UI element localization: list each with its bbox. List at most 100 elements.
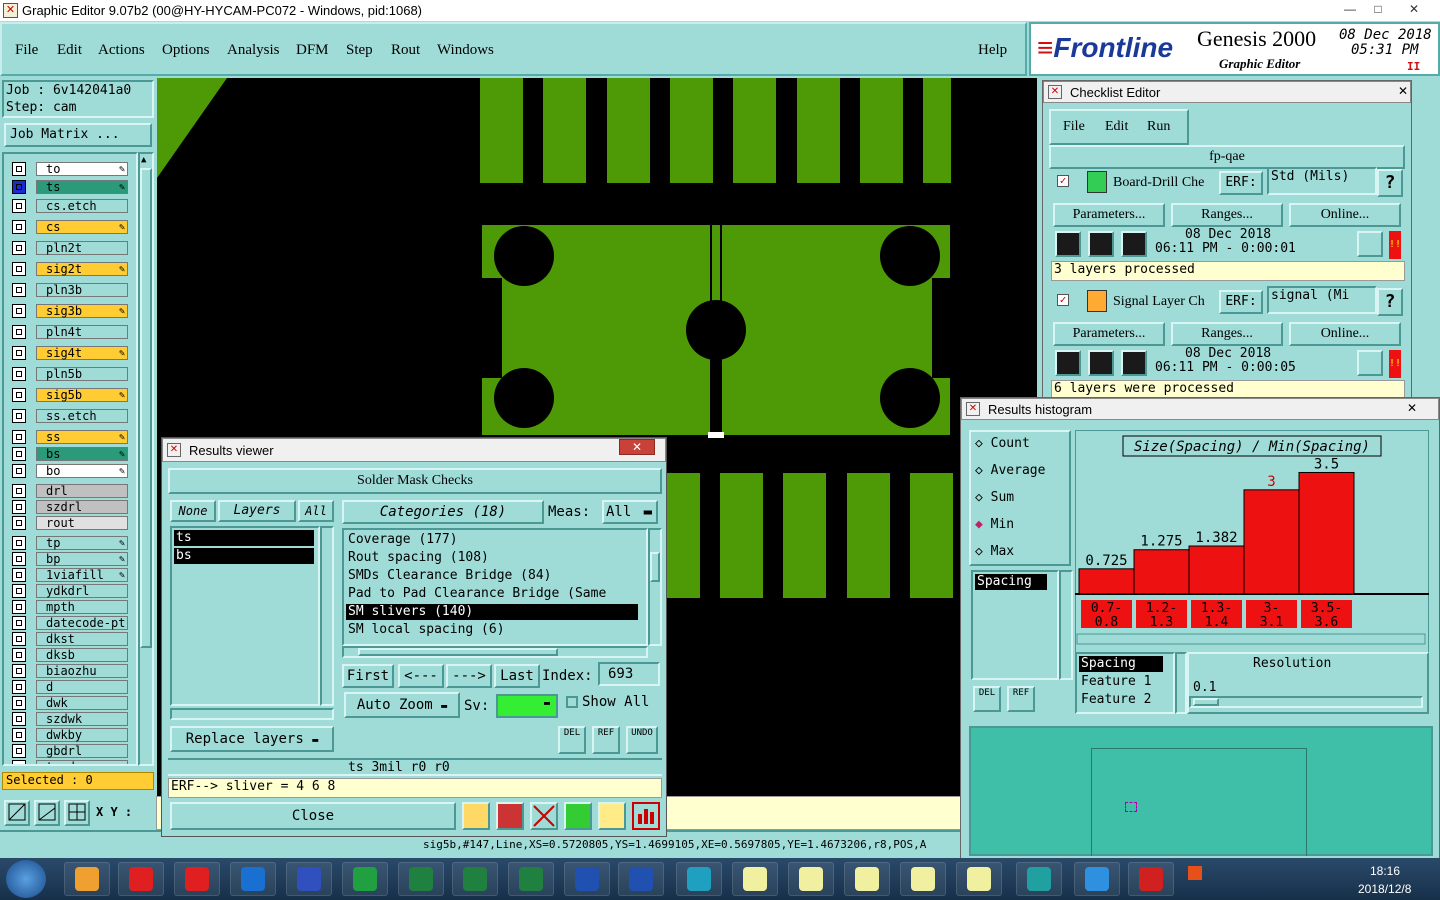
layer-name[interactable]: pln5b (36, 367, 128, 381)
layer-name[interactable]: gbdrl (36, 744, 128, 758)
maximize-button[interactable]: □ (1364, 0, 1392, 18)
report-icon[interactable] (598, 802, 626, 830)
layer-row[interactable]: bs ✎ (12, 447, 128, 461)
taskbar-app-icon[interactable] (342, 862, 388, 896)
layer-checkbox[interactable] (12, 664, 26, 678)
show-all-checkbox[interactable] (566, 696, 578, 708)
menu-options[interactable]: Options (162, 42, 210, 59)
layer-name[interactable]: sig5b ✎ (36, 388, 128, 402)
layer-name[interactable]: drl (36, 484, 128, 498)
layer-checkbox[interactable] (12, 696, 26, 710)
menu-step[interactable]: Step (346, 42, 373, 59)
layer-checkbox[interactable] (12, 283, 26, 297)
layer-scrollbar[interactable]: ▲ (138, 152, 154, 766)
taskbar-app-icon[interactable] (398, 862, 444, 896)
layer-name[interactable]: dwk (36, 696, 128, 710)
menu-file[interactable]: File (15, 42, 38, 59)
menu-edit[interactable]: Edit (57, 42, 82, 59)
zoom-icon[interactable] (1357, 231, 1383, 257)
layer-row[interactable]: drl (12, 484, 128, 498)
taskbar-app-icon[interactable] (618, 862, 664, 896)
run-icon[interactable] (1121, 231, 1147, 257)
last-button[interactable]: Last (494, 664, 540, 688)
layer-checkbox[interactable] (12, 632, 26, 646)
result-layer-bs[interactable]: bs (174, 548, 314, 564)
all-layers-button[interactable]: All (298, 500, 334, 522)
prev-button[interactable]: <--- (398, 664, 444, 688)
category-item[interactable]: Coverage (177) (346, 532, 638, 548)
layer-list-scrollbar[interactable] (320, 526, 334, 706)
layer-row[interactable]: sig4t ✎ (12, 346, 128, 360)
checklist-menu-run[interactable]: Run (1147, 119, 1170, 135)
stat-option-min[interactable]: ◆ Min (975, 517, 1014, 532)
layer-checkbox[interactable] (12, 584, 26, 598)
taskbar-app-icon[interactable] (452, 862, 498, 896)
step-icon[interactable] (564, 802, 592, 830)
selection-scrollbar[interactable] (1175, 652, 1187, 714)
layer-name[interactable]: biaozhu (36, 664, 128, 678)
layer-name[interactable]: cs.etch (36, 199, 128, 213)
taskbar-app-icon[interactable] (118, 862, 164, 896)
layer-name[interactable]: to ✎ (36, 162, 128, 176)
category-scrollbar[interactable] (648, 528, 662, 646)
online-button[interactable]: Online... (1289, 322, 1401, 346)
layer-name[interactable]: ss ✎ (36, 430, 128, 444)
ranges-button[interactable]: Ranges... (1171, 203, 1283, 227)
layer-checkbox[interactable] (12, 536, 26, 550)
layer-checkbox[interactable] (12, 616, 26, 630)
layer-checkbox[interactable] (12, 484, 26, 498)
index-input[interactable]: 693 (598, 662, 660, 686)
layer-name[interactable]: dwkby (36, 728, 128, 742)
layer-row[interactable]: ydkdrl (12, 584, 128, 598)
layer-name[interactable]: ydkdrl (36, 584, 128, 598)
taskbar-app-icon[interactable] (286, 862, 332, 896)
run-icon[interactable] (1088, 231, 1114, 257)
checklist-close[interactable]: ✕ (1394, 84, 1412, 100)
layer-name[interactable]: cs ✎ (36, 220, 128, 234)
layer-row[interactable]: mpth (12, 600, 128, 614)
auto-zoom-select[interactable]: Auto Zoom ▬ (344, 692, 460, 718)
layer-row[interactable]: pln2t (12, 241, 128, 255)
layer-name[interactable]: sig4t ✎ (36, 346, 128, 360)
layer-name[interactable]: d (36, 680, 128, 694)
help-button[interactable]: ? (1377, 288, 1403, 316)
measure-tool-icon[interactable] (34, 800, 60, 826)
layer-name[interactable]: tp ✎ (36, 536, 128, 550)
del-button[interactable]: DEL (973, 686, 1001, 712)
taskbar-app-icon[interactable] (508, 862, 554, 896)
categories-button[interactable]: Categories (18) (342, 500, 544, 524)
layer-checkbox[interactable] (12, 447, 26, 461)
taskbar-app-icon[interactable] (1128, 862, 1174, 896)
sel-item-spacing[interactable]: Spacing (1079, 656, 1163, 672)
params-button[interactable]: Parameters... (1053, 203, 1165, 227)
layer-checkbox[interactable] (12, 220, 26, 234)
layer-list-hscroll[interactable] (170, 708, 334, 720)
layer-row[interactable]: pln5b (12, 367, 128, 381)
layer-row[interactable]: cs ✎ (12, 220, 128, 234)
layer-checkbox[interactable] (12, 760, 26, 764)
grid-tool-icon[interactable] (64, 800, 90, 826)
layer-checkbox[interactable] (12, 180, 26, 194)
layer-name[interactable]: mpth (36, 600, 128, 614)
layer-name[interactable]: ts ✎ (36, 180, 128, 194)
layer-checkbox[interactable] (12, 388, 26, 402)
taskbar-app-icon[interactable] (64, 862, 110, 896)
sel-item-feature2[interactable]: Feature 2 (1081, 692, 1151, 707)
layer-row[interactable]: biaozhu (12, 664, 128, 678)
checklist-menu-edit[interactable]: Edit (1105, 119, 1128, 135)
layer-checkbox[interactable] (12, 648, 26, 662)
layer-checkbox[interactable] (12, 430, 26, 444)
disable-icon[interactable] (530, 802, 558, 830)
layer-name[interactable]: bs ✎ (36, 447, 128, 461)
taskbar-app-icon[interactable] (732, 862, 778, 896)
layer-checkbox[interactable] (12, 744, 26, 758)
pause-icon[interactable]: II (1407, 60, 1420, 73)
histogram-close[interactable]: ✕ (1402, 401, 1422, 417)
taskbar-app-icon[interactable] (844, 862, 890, 896)
ranges-button[interactable]: Ranges... (1171, 322, 1283, 346)
histogram-icon[interactable] (632, 802, 660, 830)
layer-name[interactable]: dksb (36, 648, 128, 662)
layer-name[interactable]: szdrl (36, 500, 128, 514)
category-item[interactable]: Rout spacing (108) (346, 550, 638, 566)
category-item[interactable]: SM local spacing (6) (346, 622, 638, 638)
